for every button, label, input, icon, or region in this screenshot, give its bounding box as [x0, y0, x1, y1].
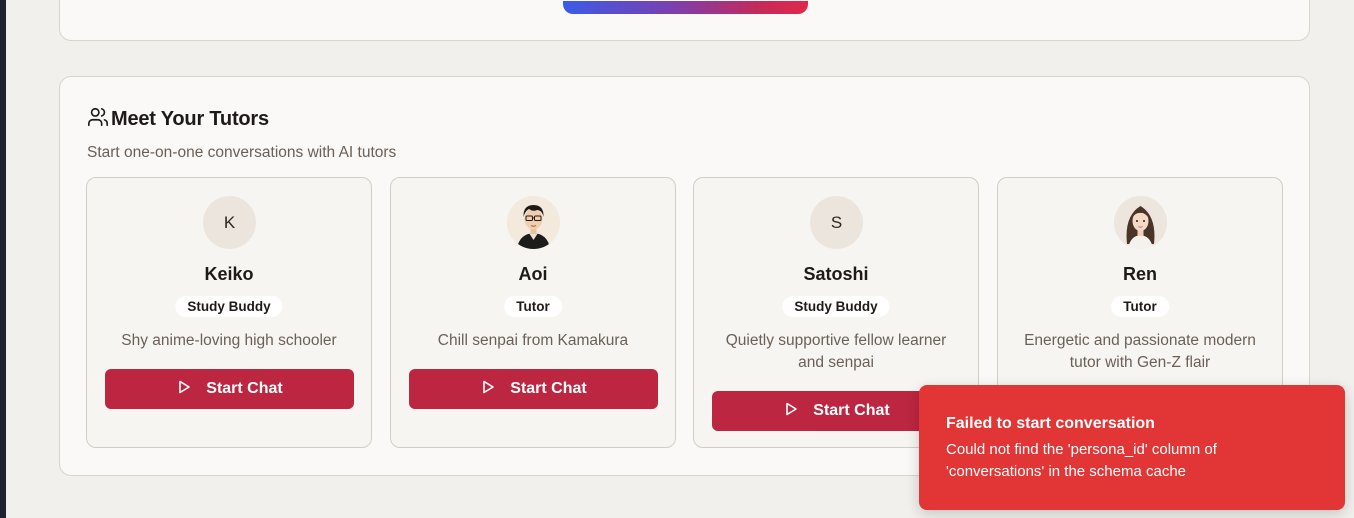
avatar-aoi-icon: [507, 196, 560, 249]
tutor-description: Chill senpai from Kamakura: [437, 332, 629, 349]
avatar-ren-icon: [1114, 196, 1167, 249]
toast-title: Failed to start conversation: [946, 415, 1155, 432]
tutor-card-aoi: Aoi Tutor Chill senpai from Kamakura Sta…: [390, 177, 676, 448]
play-icon: [176, 379, 192, 400]
role-badge: Tutor: [1111, 296, 1169, 317]
start-chat-label: Start Chat: [510, 380, 587, 397]
tutor-description: Energetic and passionate modern tutor wi…: [1024, 332, 1256, 371]
role-badge: Tutor: [504, 296, 562, 317]
users-icon: [87, 106, 109, 133]
tutor-card-keiko: K Keiko Study Buddy Shy anime-loving hig…: [86, 177, 372, 448]
tutor-name: Satoshi: [803, 264, 869, 284]
start-chat-label: Start Chat: [813, 402, 890, 419]
tutor-name: Aoi: [518, 264, 548, 284]
avatar: K: [203, 196, 256, 249]
start-chat-button[interactable]: Start Chat: [105, 369, 354, 409]
section-title: Meet Your Tutors: [111, 108, 269, 130]
error-toast[interactable]: Failed to start conversation Could not f…: [919, 385, 1345, 510]
tutor-description: Shy anime-loving high schooler: [121, 332, 337, 349]
start-chat-label: Start Chat: [206, 380, 283, 397]
section-subtitle: Start one-on-one conversations with AI t…: [87, 144, 397, 161]
avatar-initial: K: [223, 212, 236, 232]
gradient-action-button[interactable]: [563, 1, 808, 14]
avatar: S: [810, 196, 863, 249]
window-edge: [0, 0, 6, 518]
play-icon: [783, 401, 799, 422]
start-chat-button[interactable]: Start Chat: [409, 369, 658, 409]
avatar-initial: S: [830, 212, 843, 232]
toast-message: Could not find the 'persona_id' column o…: [946, 441, 1217, 480]
role-badge: Study Buddy: [782, 296, 890, 317]
tutor-name: Keiko: [204, 264, 254, 284]
tutor-description: Quietly supportive fellow learner and se…: [725, 332, 947, 371]
previous-section-card: [59, 0, 1310, 41]
section-header: Meet Your Tutors: [87, 106, 269, 133]
play-icon: [480, 379, 496, 400]
role-badge: Study Buddy: [175, 296, 283, 317]
tutor-name: Ren: [1122, 264, 1157, 284]
